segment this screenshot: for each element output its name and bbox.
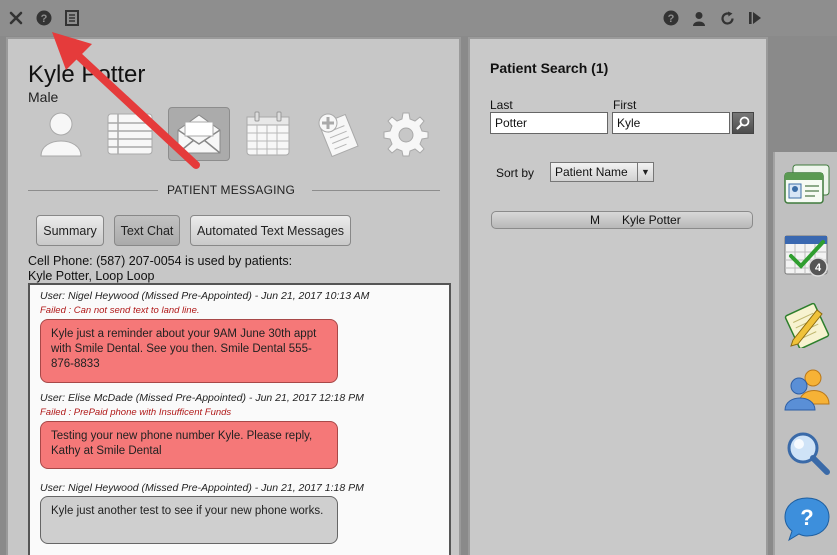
envelope-icon[interactable] [168, 107, 230, 161]
list-icon[interactable] [99, 107, 161, 161]
help-bubble-glyph: ? [800, 505, 813, 530]
help-icon[interactable]: ? [662, 9, 680, 27]
patient-search-title: Patient Search (1) [490, 60, 609, 76]
patient-detail-panel: Kyle Potter Male PATIENT MESSAGING Summa… [6, 37, 461, 555]
message-failure-status: Failed : PrePaid phone with Insufficent … [40, 407, 232, 418]
side-dock: 4 ? [773, 152, 837, 555]
first-name-label: First [613, 98, 637, 112]
section-title: PATIENT MESSAGING [166, 183, 296, 197]
result-gender: M [590, 213, 600, 227]
message-meta: User: Nigel Heywood (Missed Pre-Appointe… [40, 290, 370, 302]
person-icon[interactable] [30, 107, 92, 161]
message-meta: User: Elise McDade (Missed Pre-Appointed… [40, 392, 364, 404]
result-name: Kyle Potter [622, 213, 681, 227]
message-log[interactable]: User: Nigel Heywood (Missed Pre-Appointe… [28, 283, 451, 555]
text-chat-button[interactable]: Text Chat [114, 215, 180, 246]
refresh-icon[interactable] [718, 9, 736, 27]
help-bubble-icon[interactable]: ? [781, 494, 833, 544]
user-icon[interactable] [690, 9, 708, 27]
patient-gender: Male [28, 89, 59, 105]
message-failure-status: Failed : Can not send text to land line. [40, 305, 200, 316]
sort-by-label: Sort by [496, 166, 535, 180]
calendar-badge: 4 [815, 262, 822, 274]
cell-phone-line: Cell Phone: (587) 207-0054 is used by pa… [28, 254, 293, 268]
message-bubble: Kyle just another test to see if your ne… [40, 496, 338, 544]
automated-text-messages-button[interactable]: Automated Text Messages [190, 215, 351, 246]
svg-text:?: ? [668, 13, 675, 25]
top-toolbar: ? ? [0, 0, 837, 36]
chevron-down-icon: ▼ [637, 163, 653, 181]
close-icon[interactable] [7, 9, 25, 27]
document-icon[interactable] [63, 9, 81, 27]
message-meta: User: Nigel Heywood (Missed Pre-Appointe… [40, 482, 364, 494]
summary-button[interactable]: Summary [36, 215, 104, 246]
contacts-icon[interactable] [781, 364, 833, 414]
search-result-row[interactable]: M Kyle Potter [491, 211, 753, 229]
last-name-input[interactable] [490, 112, 608, 134]
message-bubble: Kyle just a reminder about your 9AM June… [40, 319, 338, 383]
help-icon[interactable]: ? [35, 9, 53, 27]
next-icon[interactable] [746, 9, 764, 27]
message-bubble: Testing your new phone number Kyle. Plea… [40, 421, 338, 469]
sort-by-select[interactable]: Patient Name ▼ [550, 162, 654, 182]
last-name-label: Last [490, 98, 513, 112]
patient-name: Kyle Potter [28, 61, 146, 88]
notes-icon[interactable] [781, 300, 833, 350]
sort-by-value: Patient Name [555, 165, 628, 179]
cell-phone-info: Cell Phone: (587) 207-0054 is used by pa… [28, 254, 292, 284]
calendar-icon[interactable] [237, 107, 299, 161]
divider-right [312, 190, 440, 191]
linked-patients: Kyle Potter, Loop Loop [28, 269, 155, 283]
settings-icon[interactable] [375, 107, 437, 161]
patient-card-icon[interactable] [781, 160, 833, 210]
patient-search-panel: Patient Search (1) Last First Sort by Pa… [468, 37, 768, 555]
first-name-input[interactable] [612, 112, 730, 134]
appointment-calendar-icon[interactable]: 4 [781, 230, 833, 280]
medical-forms-icon[interactable] [306, 107, 368, 161]
divider-left [28, 190, 158, 191]
magnifier-icon [736, 116, 750, 130]
svg-text:?: ? [41, 13, 48, 25]
search-button[interactable] [732, 112, 754, 134]
search-icon[interactable] [781, 428, 833, 478]
